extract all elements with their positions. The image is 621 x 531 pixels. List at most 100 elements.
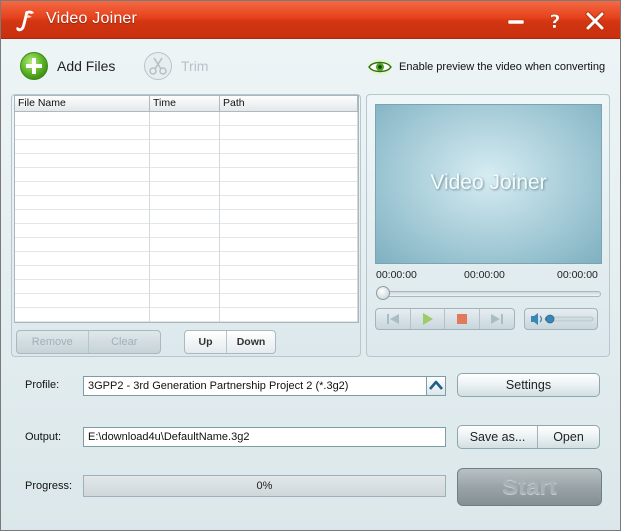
table-cell [15,126,150,140]
table-row [15,252,358,266]
table-cell [220,252,358,266]
table-cell [15,238,150,252]
start-button[interactable]: Start [457,468,602,506]
table-cell [150,112,220,126]
table-cell [150,154,220,168]
table-cell [150,210,220,224]
table-cell [220,224,358,238]
table-cell [15,252,150,266]
table-row [15,112,358,126]
play-button[interactable] [411,309,445,329]
progress-label: Progress: [25,480,73,492]
file-list-header: File Name Time Path [15,96,358,112]
table-cell [150,252,220,266]
table-cell [150,182,220,196]
progress-percent: 0% [256,480,273,492]
table-cell [220,154,358,168]
player-controls [375,308,515,330]
table-cell [15,182,150,196]
table-cell [15,280,150,294]
skip-back-button[interactable] [376,309,411,329]
up-button[interactable]: Up [185,331,227,353]
file-list-panel: File Name Time Path Remove Clear Up Down [11,94,361,357]
save-as-button[interactable]: Save as... [458,426,538,448]
down-button[interactable]: Down [227,331,275,353]
table-row [15,154,358,168]
table-row [15,182,358,196]
column-header-file-name[interactable]: File Name [15,96,150,112]
seek-handle[interactable] [376,286,390,300]
plus-circle-icon [20,52,48,80]
file-list-rows [15,112,358,322]
table-cell [220,182,358,196]
enable-preview-toggle[interactable]: Enable preview the video when converting [367,57,605,77]
scissors-icon [144,52,172,80]
table-row [15,294,358,308]
table-cell [150,196,220,210]
table-cell [220,126,358,140]
settings-button[interactable]: Settings [457,373,600,397]
table-cell [220,280,358,294]
column-header-time[interactable]: Time [150,96,220,112]
add-files-label: Add Files [57,58,116,74]
add-files-button[interactable]: Add Files [19,51,115,81]
preview-screen-text: Video Joiner [430,171,547,194]
speaker-icon [531,313,594,325]
output-path-field[interactable]: E:\download4u\DefaultName.3g2 [83,427,446,447]
table-row [15,280,358,294]
title-bar: Video Joiner ? [1,1,620,39]
table-row [15,266,358,280]
window-title: Video Joiner [46,10,138,27]
table-row [15,238,358,252]
table-cell [15,294,150,308]
table-cell [220,294,358,308]
table-cell [15,266,150,280]
clear-button[interactable]: Clear [89,331,161,353]
column-header-path[interactable]: Path [220,96,358,112]
time-start: 00:00:00 [376,269,417,281]
profile-dropdown-button[interactable] [426,376,446,396]
table-row [15,140,358,154]
skip-forward-button[interactable] [480,309,514,329]
stop-button[interactable] [445,309,480,329]
open-button[interactable]: Open [538,426,599,448]
profile-label: Profile: [25,379,60,391]
minimize-icon[interactable] [504,10,528,32]
table-cell [220,196,358,210]
volume-control[interactable] [524,308,598,330]
trim-button[interactable]: Trim [143,51,208,81]
time-current: 00:00:00 [464,269,505,281]
chevron-up-icon [429,380,443,390]
table-cell [15,210,150,224]
play-icon [423,313,434,325]
stop-icon [456,314,467,324]
table-cell [220,308,358,322]
table-row [15,168,358,182]
preview-panel: Video Joiner 00:00:00 00:00:00 00:00:00 [366,94,610,357]
file-list-table[interactable]: File Name Time Path [14,95,359,323]
table-cell [15,196,150,210]
table-row [15,126,358,140]
help-icon[interactable]: ? [543,10,567,32]
table-cell [150,238,220,252]
output-label: Output: [25,431,62,443]
up-down-group: Up Down [184,330,276,354]
table-cell [15,112,150,126]
skip-back-icon [386,314,399,324]
seek-bar[interactable] [379,291,601,297]
profile-select[interactable]: 3GPP2 - 3rd Generation Partnership Proje… [83,376,427,396]
table-cell [15,224,150,238]
table-row [15,210,358,224]
video-joiner-logo-icon [16,10,34,32]
table-cell [150,168,220,182]
toolbar: Add Files Trim Enable preview the video … [1,40,620,94]
table-row [15,196,358,210]
table-row [15,308,358,322]
table-cell [150,126,220,140]
table-cell [220,238,358,252]
table-cell [15,308,150,322]
close-icon[interactable] [583,10,607,32]
remove-clear-group: Remove Clear [16,330,161,354]
table-cell [150,280,220,294]
remove-button[interactable]: Remove [17,331,89,353]
